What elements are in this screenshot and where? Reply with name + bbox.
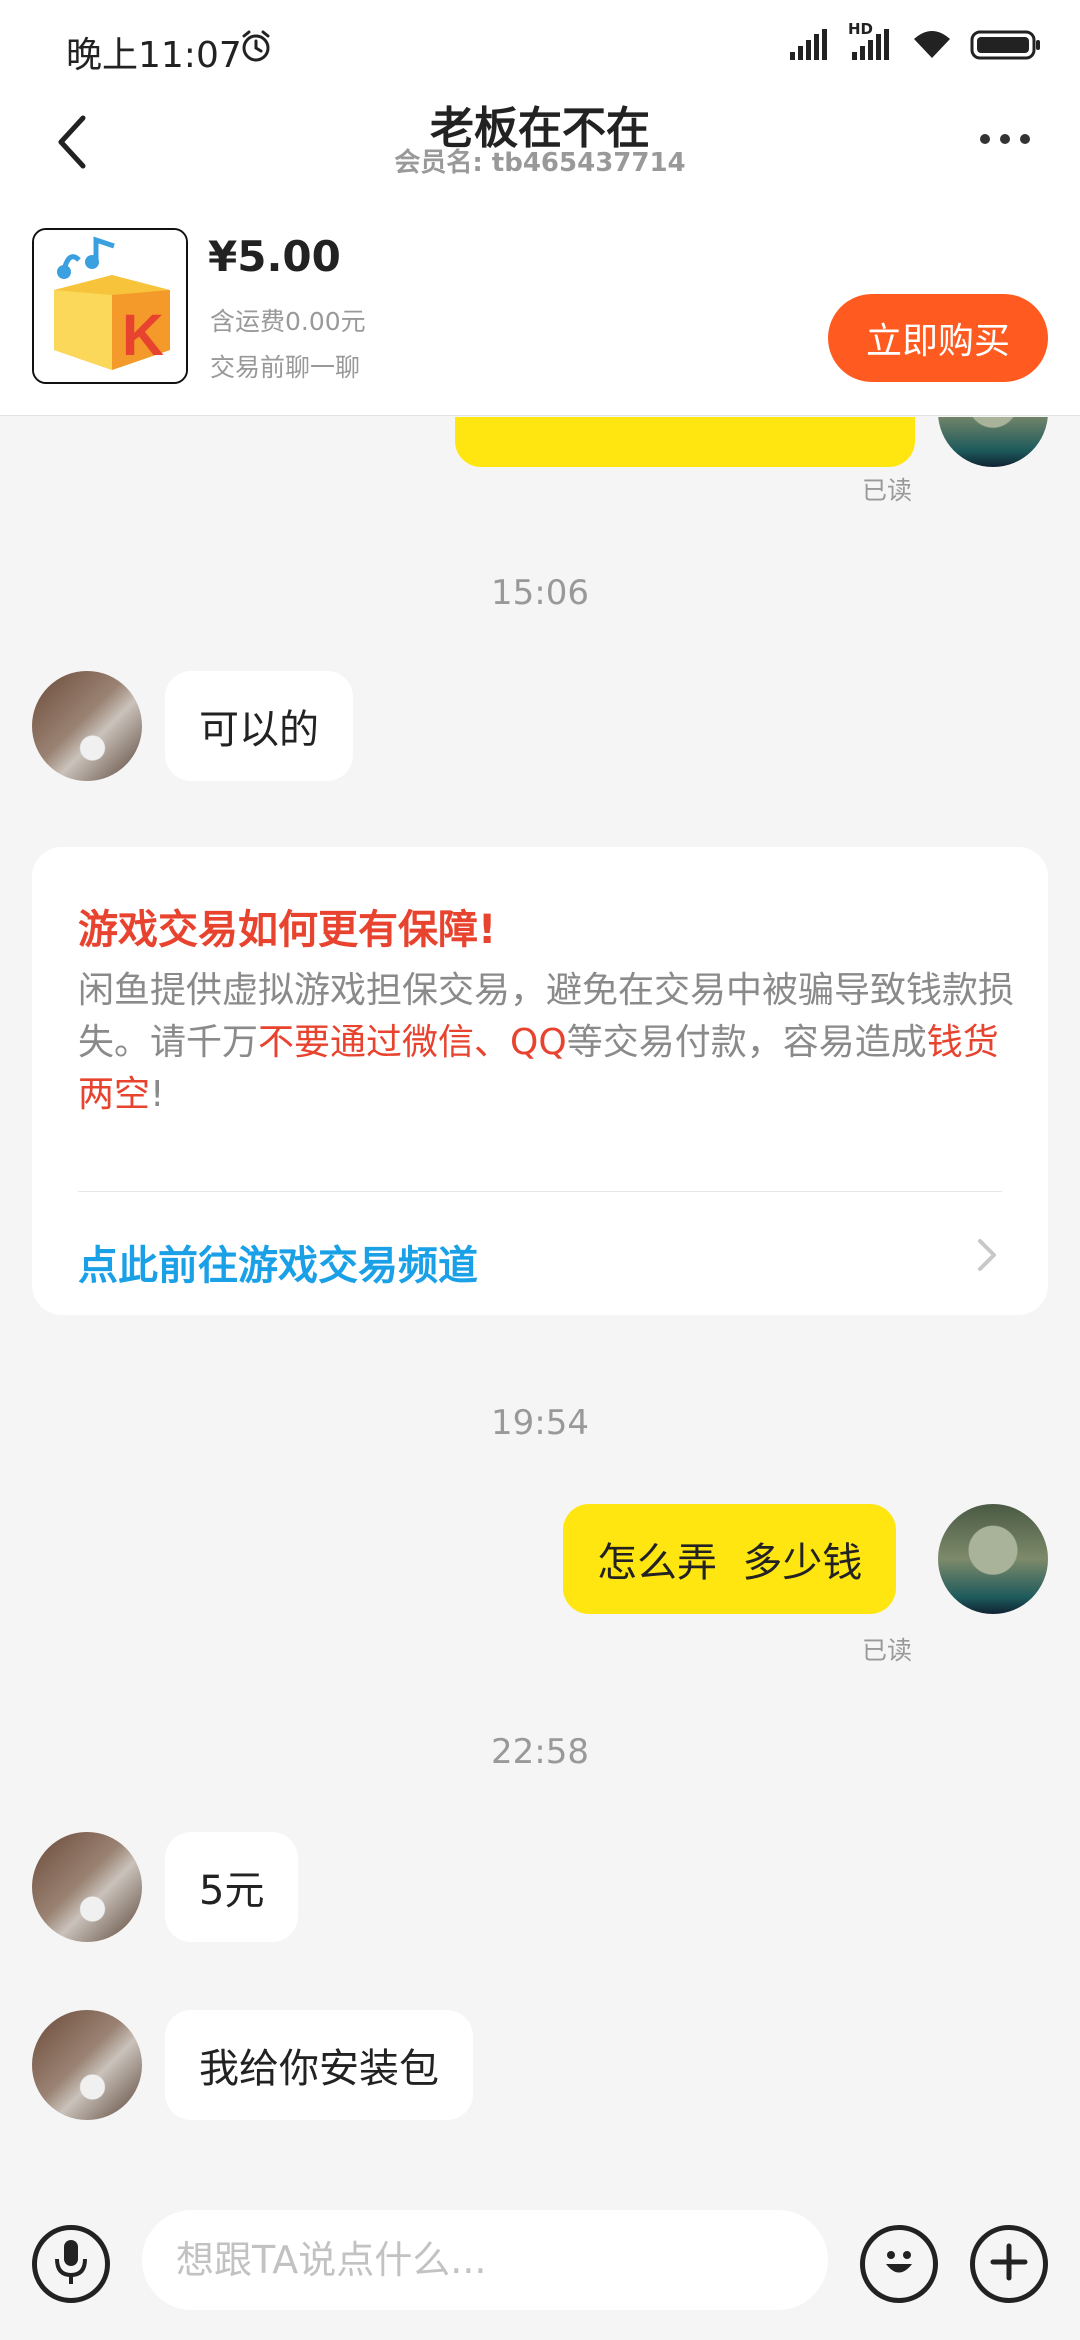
voice-button[interactable]: [32, 2225, 110, 2303]
buy-now-button[interactable]: 立即购买: [828, 294, 1048, 382]
signal-hd-icon: HD: [848, 20, 894, 66]
emoji-icon: [876, 2239, 922, 2289]
timestamp: 19:54: [491, 1403, 589, 1443]
status-time: 晚上11:07: [66, 35, 242, 76]
message-input[interactable]: [142, 2210, 828, 2310]
safety-notice-card: 游戏交易如何更有保障! 闲鱼提供虚拟游戏担保交易，避免在交易中被骗导致钱款损失。…: [32, 847, 1048, 1315]
read-status: 已读: [862, 1636, 913, 1665]
product-bar: K ¥5.00 含运费0.00元 交易前聊一聊 立即购买: [0, 200, 1080, 416]
message-bubble-out-partial[interactable]: [455, 417, 915, 467]
plus-icon: [989, 2242, 1029, 2286]
timestamp: 15:06: [491, 573, 589, 613]
signal-icon: [788, 28, 832, 66]
notice-warning-text: 不要通过微信、QQ: [258, 1022, 567, 1063]
chat-area[interactable]: 已读 15:06 可以的 游戏交易如何更有保障! 闲鱼提供虚拟游戏担保交易，避免…: [0, 417, 1080, 2200]
chat-header: 老板在不在 会员名: tb465437714: [0, 92, 1080, 200]
my-avatar[interactable]: [938, 417, 1048, 467]
emoji-button[interactable]: [860, 2225, 938, 2303]
divider: [78, 1191, 1002, 1192]
message-bubble-in[interactable]: 我给你安装包: [165, 2010, 473, 2120]
notice-text: !: [150, 1074, 165, 1115]
status-icons: HD: [788, 20, 1042, 66]
input-bar: [0, 2200, 1080, 2340]
read-status: 已读: [862, 476, 913, 505]
seller-avatar[interactable]: [32, 671, 142, 781]
game-trade-channel-link[interactable]: 点此前往游戏交易频道: [78, 1233, 478, 1291]
more-actions-button[interactable]: [970, 2225, 1048, 2303]
more-dots-icon: [980, 134, 1030, 144]
kugou-box-logo: K: [34, 230, 186, 382]
message-bubble-in[interactable]: 可以的: [165, 671, 353, 781]
seller-avatar[interactable]: [32, 2010, 142, 2120]
hd-label: HD: [848, 20, 874, 38]
product-price: ¥5.00: [208, 232, 341, 281]
product-thumbnail[interactable]: K: [32, 228, 188, 384]
status-bar: 晚上11:07 HD: [0, 0, 1080, 92]
timestamp: 22:58: [491, 1732, 589, 1772]
alarm-icon: [238, 28, 274, 68]
wifi-icon: [912, 28, 952, 66]
chat-note: 交易前聊一聊: [210, 353, 361, 382]
battery-icon: [970, 28, 1042, 66]
more-button[interactable]: [970, 114, 1040, 164]
notice-body: 闲鱼提供虚拟游戏担保交易，避免在交易中被骗导致钱款损失。请千万不要通过微信、QQ…: [78, 965, 1018, 1121]
notice-title: 游戏交易如何更有保障!: [78, 907, 497, 953]
microphone-icon: [51, 2237, 91, 2291]
chevron-right-icon[interactable]: [976, 1235, 998, 1279]
my-avatar[interactable]: [938, 1504, 1048, 1614]
shipping-fee: 含运费0.00元: [210, 307, 366, 336]
logo-letter: K: [122, 303, 164, 368]
member-name: 会员名: tb465437714: [394, 148, 686, 178]
seller-avatar[interactable]: [32, 1832, 142, 1942]
message-bubble-out[interactable]: 怎么弄 多少钱: [563, 1504, 897, 1614]
notice-text: 等交易付款，容易造成: [566, 1022, 927, 1063]
message-bubble-in[interactable]: 5元: [165, 1832, 299, 1942]
